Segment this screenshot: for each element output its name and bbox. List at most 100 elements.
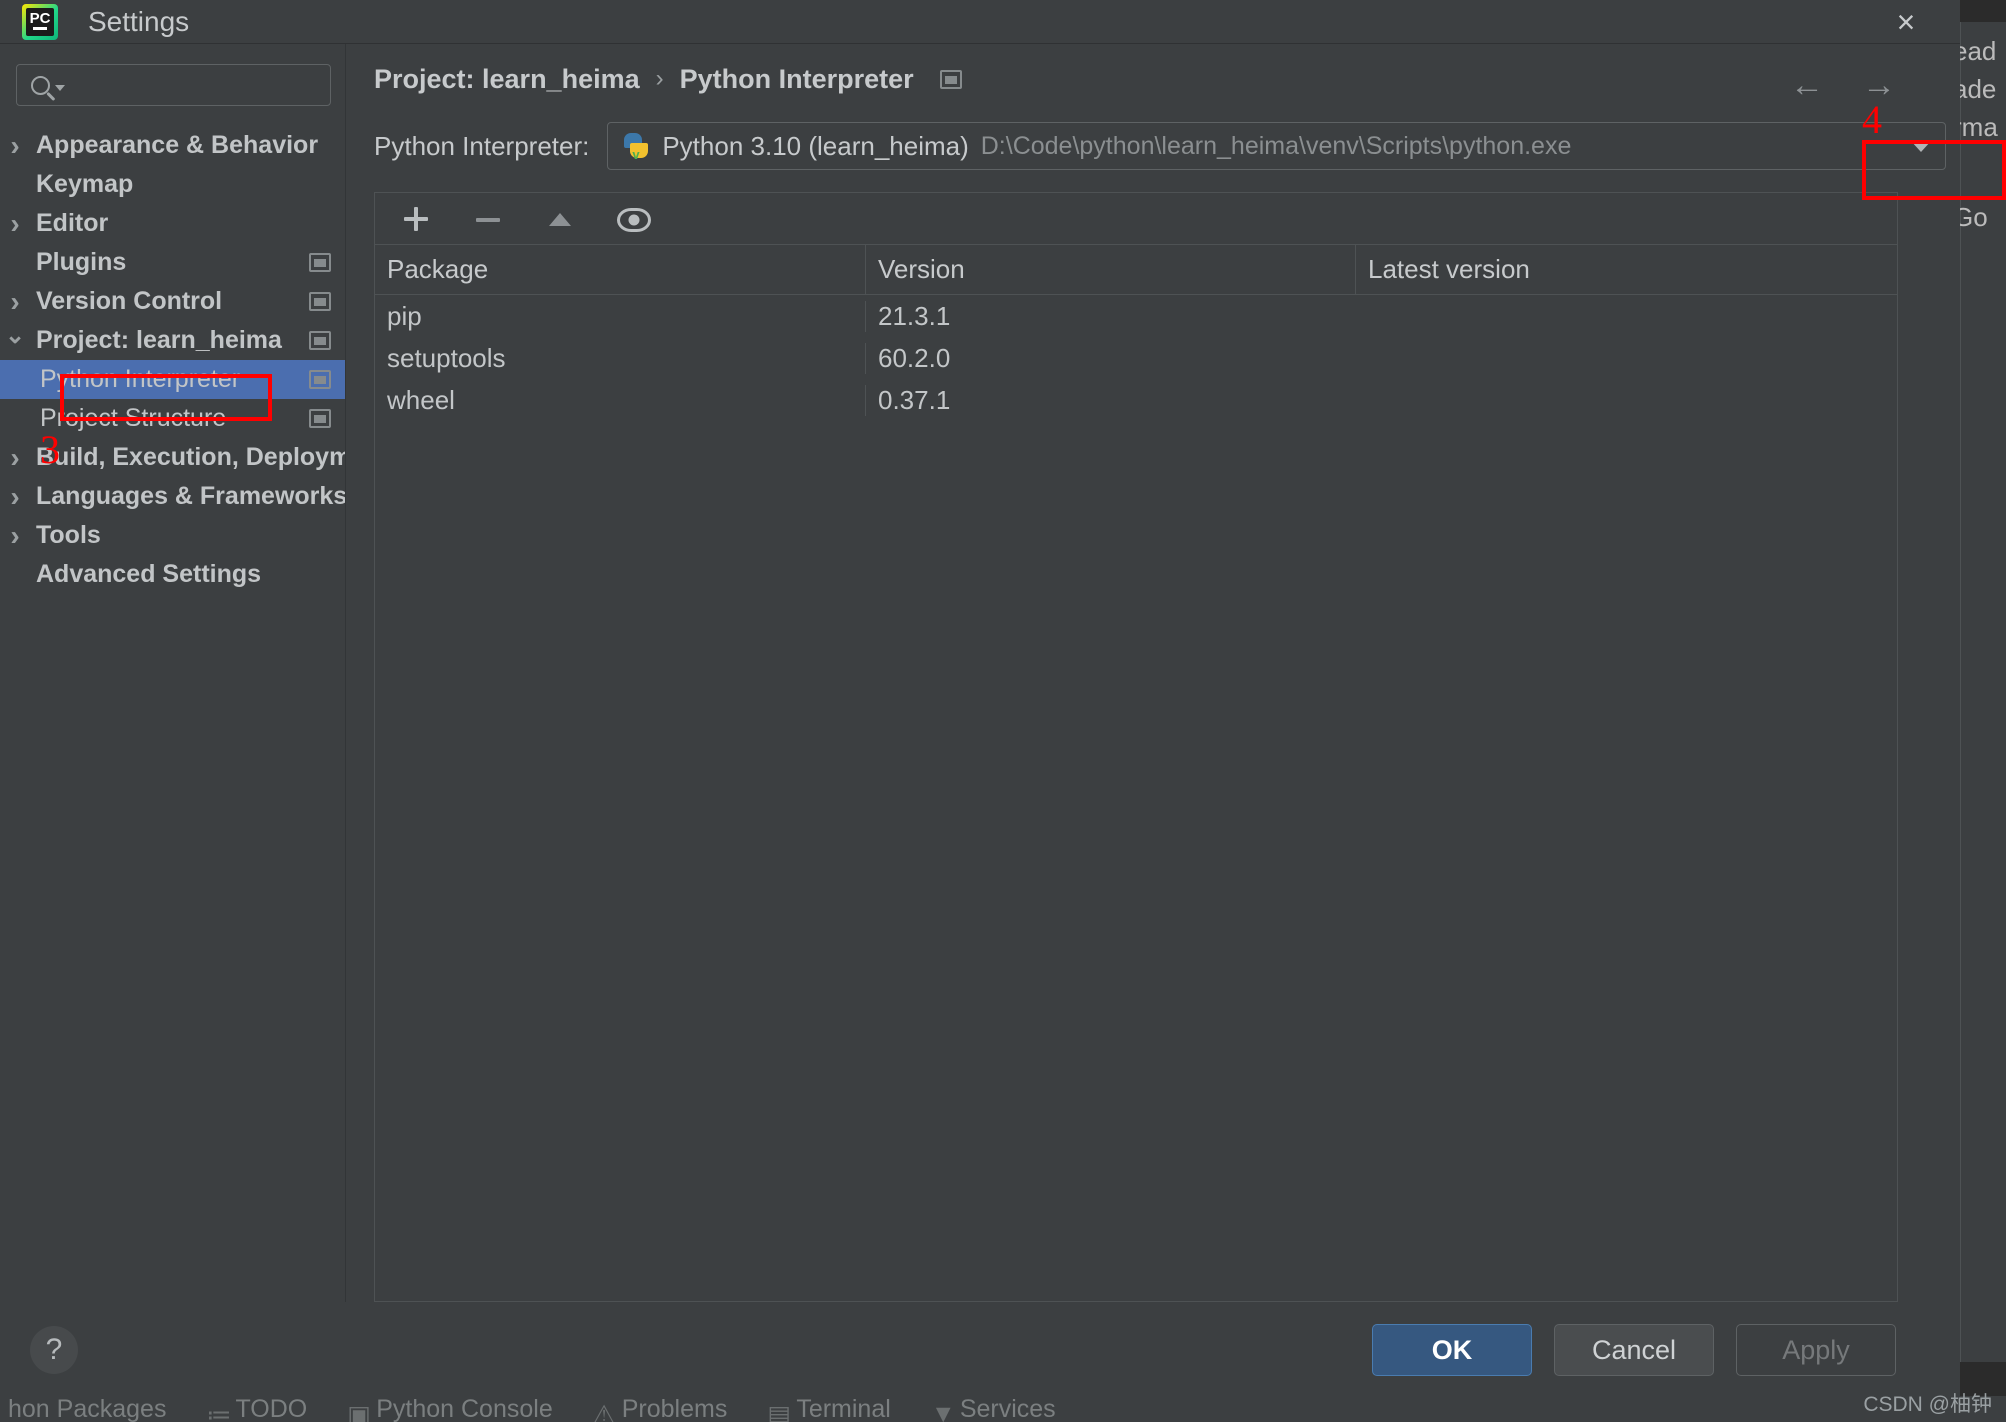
chevron-right-icon[interactable] [0, 483, 30, 511]
chevron-right-icon[interactable] [0, 210, 30, 238]
settings-dialog: PC Settings × Appearance & Behavior Keyma… [0, 0, 1960, 1398]
sidebar-item-label: Plugins [36, 248, 127, 276]
dialog-body: Appearance & Behavior Keymap Editor Plugins… [0, 44, 1960, 1302]
help-icon[interactable]: ? [30, 1326, 78, 1374]
sidebar-item-project-structure[interactable]: Project Structure [0, 399, 345, 438]
dialog-buttons: OK Cancel Apply [1372, 1324, 1896, 1376]
copy-settings-icon[interactable] [309, 331, 331, 350]
copy-settings-icon[interactable] [309, 409, 331, 428]
ok-button[interactable]: OK [1372, 1324, 1532, 1376]
packages-toolbar [375, 193, 1897, 245]
sidebar-item-project-learn-heima[interactable]: Project: learn_heima [0, 321, 345, 360]
chevron-down-icon[interactable] [1911, 140, 1931, 152]
terminal-icon: ▤ [767, 1401, 791, 1422]
column-header-latest-version[interactable]: Latest version [1355, 245, 1897, 294]
list-icon: ≔ [206, 1401, 232, 1422]
status-label-1: TODO [235, 1396, 308, 1422]
search-icon [31, 75, 50, 95]
status-item-python-packages[interactable]: hon Packages [8, 1396, 166, 1422]
copy-settings-icon[interactable] [939, 69, 962, 89]
status-item-services[interactable]: ▼ Services [931, 1396, 1056, 1422]
status-label-2: Python Console [376, 1396, 553, 1422]
status-label-0: hon Packages [8, 1396, 167, 1422]
status-label-5: Services [959, 1396, 1056, 1422]
sidebar-item-label: Python Interpreter [40, 365, 241, 393]
chevron-down-icon[interactable] [0, 329, 30, 353]
sidebar-item-version-control[interactable]: Version Control [0, 282, 345, 321]
forward-icon[interactable]: → [1862, 66, 1896, 105]
interpreter-row: Python Interpreter: v Python 3.10 (learn… [346, 114, 1960, 178]
cell-version: 21.3.1 [865, 300, 1355, 332]
sidebar-item-languages-frameworks[interactable]: Languages & Frameworks [0, 477, 345, 516]
settings-sidebar: Appearance & Behavior Keymap Editor Plugins… [0, 44, 383, 1302]
search-box[interactable] [16, 64, 383, 106]
cell-version: 60.2.0 [865, 342, 1355, 374]
upgrade-package-icon[interactable] [545, 204, 575, 234]
sidebar-item-python-interpreter[interactable]: Python Interpreter [0, 360, 345, 399]
dialog-title-bar: PC Settings × [0, 0, 1960, 44]
copy-settings-icon[interactable] [309, 292, 331, 311]
pycharm-logo-bar [33, 27, 47, 30]
breadcrumb-separator: › [655, 65, 664, 92]
add-package-icon[interactable] [401, 204, 431, 234]
cancel-button[interactable]: Cancel [1554, 1324, 1714, 1376]
table-row[interactable]: setuptools 60.2.0 [375, 337, 1897, 379]
sidebar-item-keymap[interactable]: Keymap [0, 165, 345, 204]
interpreter-label: Python Interpreter: [374, 130, 590, 161]
chevron-right-icon[interactable] [0, 444, 30, 472]
cell-package: wheel [387, 384, 455, 415]
sidebar-item-label: Project Structure [40, 404, 227, 432]
sidebar-item-editor[interactable]: Editor [0, 204, 345, 243]
sidebar-item-label: Project: learn_heima [36, 326, 282, 354]
sidebar-item-tools[interactable]: Tools [0, 516, 345, 555]
settings-tree: Appearance & Behavior Keymap Editor Plugins… [0, 120, 345, 1302]
navigation-arrows: ← → [1790, 66, 1896, 105]
interpreter-combobox[interactable]: v Python 3.10 (learn_heima) D:\Code\pyth… [607, 122, 1946, 170]
sidebar-item-label: Build, Execution, Deployment [36, 443, 345, 471]
pycharm-logo-text: PC [29, 10, 51, 27]
ide-status-bar: hon Packages ≔ TODO ▣ Python Console ⚠ P… [0, 1396, 2006, 1422]
sidebar-item-label: Appearance & Behavior [36, 131, 319, 159]
screenshot-root: ead ade rma Go hon Packages ≔ TODO ▣ Pyt… [0, 0, 2006, 1422]
copy-settings-icon[interactable] [309, 253, 331, 272]
sidebar-item-appearance-behavior[interactable]: Appearance & Behavior [0, 126, 345, 165]
sidebar-item-build-execution-deployment[interactable]: Build, Execution, Deployment [0, 438, 345, 477]
table-row[interactable]: wheel 0.37.1 [375, 379, 1897, 421]
column-header-version[interactable]: Version [865, 245, 1355, 294]
eye-icon[interactable] [617, 208, 651, 232]
sidebar-item-label: Advanced Settings [36, 560, 262, 588]
status-item-todo[interactable]: ≔ TODO [206, 1396, 307, 1422]
status-label-3: Problems [621, 1396, 728, 1422]
copy-settings-icon[interactable] [309, 370, 331, 389]
chevron-right-icon[interactable] [0, 132, 30, 160]
ide-right-panel: ead ade rma Go [1953, 22, 2006, 1362]
sidebar-item-label: Version Control [36, 287, 223, 315]
sidebar-item-plugins[interactable]: Plugins [0, 243, 345, 282]
sidebar-item-label: Languages & Frameworks [36, 482, 345, 510]
cell-version: 0.37.1 [865, 384, 1355, 416]
sidebar-item-advanced-settings[interactable]: Advanced Settings [0, 555, 345, 594]
sidebar-item-label: Editor [36, 209, 109, 237]
remove-package-icon[interactable] [473, 204, 503, 234]
interpreter-path: D:\Code\python\learn_heima\venv\Scripts\… [980, 131, 1572, 160]
sidebar-item-label: Keymap [36, 170, 134, 198]
close-icon[interactable]: × [1874, 0, 1938, 44]
packages-table-body: pip 21.3.1 setuptools 60.2.0 wheel 0.37.1 [375, 295, 1897, 1301]
table-row[interactable]: pip 21.3.1 [375, 295, 1897, 337]
dialog-footer: ? OK Cancel Apply [0, 1302, 1960, 1398]
back-icon[interactable]: ← [1790, 66, 1824, 105]
packages-table-header: Package Version Latest version [375, 245, 1897, 295]
apply-button: Apply [1736, 1324, 1896, 1376]
breadcrumb-project[interactable]: Project: learn_heima [374, 64, 640, 95]
packages-panel: Package Version Latest version pip 21.3.1… [374, 192, 1898, 1302]
status-item-problems[interactable]: ⚠ Problems [593, 1396, 728, 1422]
chevron-right-icon[interactable] [0, 522, 30, 550]
status-item-terminal[interactable]: ▤ Terminal [767, 1396, 890, 1422]
search-input[interactable] [65, 71, 383, 99]
column-header-package[interactable]: Package [375, 245, 865, 294]
breadcrumb: Project: learn_heima › Python Interprete… [346, 44, 1960, 114]
status-label-4: Terminal [796, 1396, 891, 1422]
chevron-right-icon[interactable] [0, 288, 30, 316]
chevron-down-icon[interactable] [55, 85, 65, 91]
status-item-python-console[interactable]: ▣ Python Console [347, 1396, 553, 1422]
